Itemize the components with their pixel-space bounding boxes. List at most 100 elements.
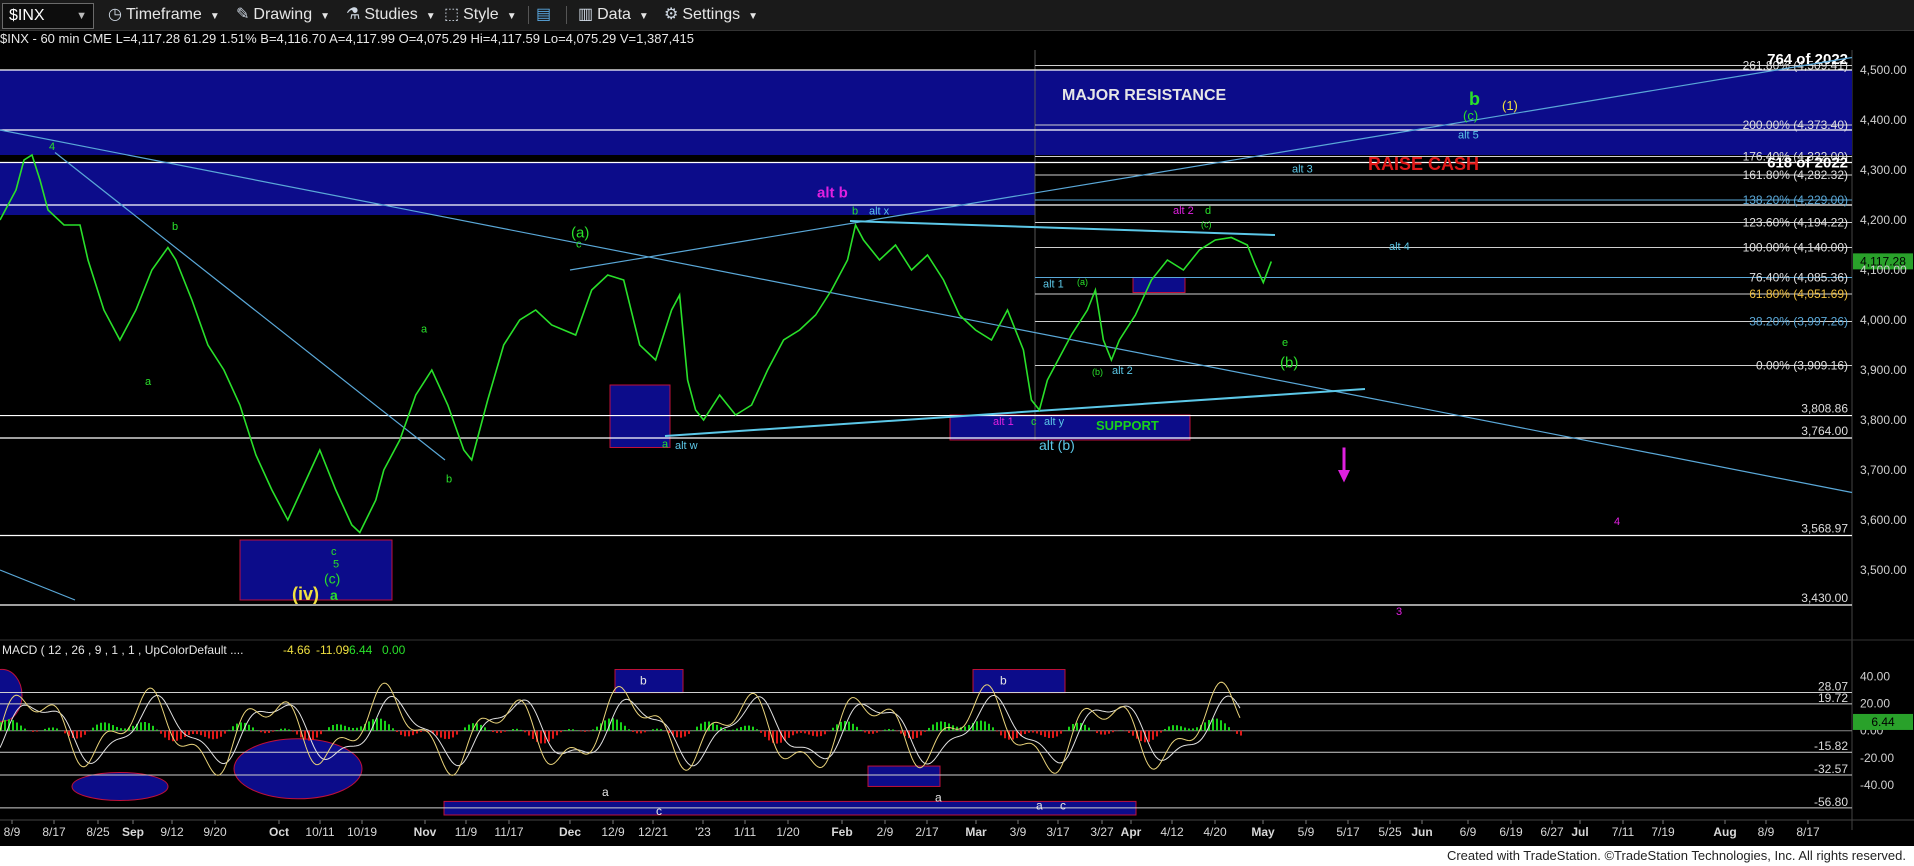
macd-y-tick-label-3: -20.00 <box>1860 751 1894 765</box>
price-chart[interactable]: 3,430.003,568.973,764.003,808.86261.80% … <box>0 0 1914 846</box>
macd-histogram-bar-320 <box>640 730 642 734</box>
x-tick-label-8: 10/19 <box>347 825 377 839</box>
macd-histogram-bar-378 <box>756 729 758 731</box>
x-tick-label-15: '23 <box>695 825 711 839</box>
macd-histogram-bar-590 <box>1180 726 1182 731</box>
macd-histogram-bar-368 <box>736 728 738 731</box>
fib-label-4: 138.20% (4,229.00) <box>1743 193 1848 207</box>
x-tick-label-25: Apr <box>1121 825 1142 839</box>
macd-histogram-bar-512 <box>1024 730 1026 735</box>
macd-histogram-bar-94 <box>188 730 190 736</box>
macd-y-tick-label-1: 20.00 <box>1860 697 1890 711</box>
macd-histogram-bar-28 <box>56 728 58 731</box>
macd-histogram-bar-596 <box>1192 728 1194 731</box>
macd-histogram-bar-306 <box>612 718 614 731</box>
macd-histogram-bar-160 <box>320 730 322 735</box>
macd-box-label-0: b <box>640 673 647 687</box>
wave-annotation-27: b <box>446 474 452 486</box>
wave-annotation-33: c <box>576 239 582 251</box>
macd-histogram-bar-106 <box>212 730 214 740</box>
level-label-1: 3,568.97 <box>1801 522 1848 536</box>
macd-histogram-bar-90 <box>180 730 182 740</box>
macd-histogram-bar-574 <box>1148 730 1150 742</box>
macd-histogram-bar-78 <box>156 729 158 731</box>
x-tick-label-31: 5/25 <box>1378 825 1402 839</box>
macd-histogram-bar-420 <box>840 721 842 731</box>
macd-histogram-bar-618 <box>1236 730 1238 734</box>
bold-fib-label-1: 618 of 2022 <box>1767 155 1848 172</box>
macd-histogram-bar-292 <box>584 730 586 732</box>
macd-histogram-bar-148 <box>296 730 298 735</box>
macd-histogram-bar-80 <box>160 730 162 734</box>
x-tick-label-32: Jun <box>1411 825 1432 839</box>
macd-histogram-bar-348 <box>696 726 698 731</box>
macd-histogram-bar-342 <box>684 730 686 737</box>
x-tick-label-10: 11/9 <box>455 825 478 839</box>
macd-histogram-bar-244 <box>488 729 490 731</box>
macd-histogram-bar-376 <box>752 726 754 731</box>
macd-histogram-bar-32 <box>64 730 66 734</box>
macd-histogram-bar-340 <box>680 730 682 738</box>
macd-box-b1 <box>614 669 684 694</box>
wave-annotation-23: 3 <box>1396 606 1402 618</box>
macd-histogram-bar-410 <box>820 730 822 737</box>
macd-histogram-bar-580 <box>1160 730 1162 733</box>
wave-annotation-24: 4 <box>49 141 55 153</box>
x-tick-label-33: 6/9 <box>1460 825 1477 839</box>
wave-annotation-13: alt 2 <box>1173 205 1194 217</box>
macd-histogram-bar-442 <box>884 729 886 731</box>
macd-histogram-bar-416 <box>832 727 834 731</box>
macd-histogram-bar-282 <box>564 729 566 731</box>
macd-histogram-bar-180 <box>360 726 362 731</box>
macd-histogram-bar-466 <box>932 724 934 731</box>
down-arrow-head <box>1338 470 1350 483</box>
macd-histogram-bar-598 <box>1196 727 1198 731</box>
y-tick-label-0: 3,500.00 <box>1860 563 1907 577</box>
macd-histogram-bar-74 <box>148 723 150 731</box>
macd-histogram-bar-204 <box>408 730 410 737</box>
macd-histogram-bar-308 <box>616 719 618 731</box>
macd-histogram-bar-24 <box>48 727 50 731</box>
macd-histogram-bar-316 <box>632 730 634 732</box>
macd-level-label-2: -15.82 <box>1814 739 1848 753</box>
macd-y-tick-label-4: -40.00 <box>1860 778 1894 792</box>
x-tick-label-7: 10/11 <box>305 825 334 839</box>
wave-annotation-16: alt x <box>869 206 890 218</box>
macd-histogram-bar-218 <box>436 730 438 736</box>
macd-histogram-bar-462 <box>924 730 926 732</box>
macd-histogram-bar-488 <box>976 721 978 731</box>
wave-annotation-17: alt y <box>1044 416 1065 428</box>
macd-histogram-bar-338 <box>676 730 678 738</box>
major-resistance-zone <box>1035 70 1852 155</box>
wave-annotation-1: RAISE CASH <box>1368 154 1479 174</box>
y-tick-label-3: 3,800.00 <box>1860 413 1907 427</box>
wave-annotation-9: alt 5 <box>1458 130 1479 142</box>
wave-annotation-0: MAJOR RESISTANCE <box>1062 87 1226 104</box>
macd-histogram-bar-264 <box>528 730 530 736</box>
macd-histogram-bar-302 <box>604 720 606 731</box>
macd-histogram-bar-44 <box>88 730 90 732</box>
macd-histogram-bar-472 <box>944 721 946 731</box>
trendline-lower-left <box>0 569 76 601</box>
macd-histogram-bar-436 <box>872 730 874 734</box>
x-tick-label-27: 4/20 <box>1203 825 1227 839</box>
macd-histogram-bar-318 <box>636 730 638 734</box>
macd-histogram-bar-412 <box>824 730 826 735</box>
macd-histogram-bar-458 <box>916 730 918 738</box>
macd-histogram-bar-380 <box>760 730 762 733</box>
macd-histogram-bar-16 <box>32 730 34 732</box>
macd-histogram-bar-2 <box>4 719 6 731</box>
x-tick-label-20: 2/17 <box>915 825 939 839</box>
macd-histogram-bar-446 <box>892 729 894 731</box>
wave-annotation-4: b <box>1469 89 1480 109</box>
macd-histogram-bar-518 <box>1036 730 1038 734</box>
macd-histogram-bar-514 <box>1028 730 1030 733</box>
macd-histogram-bar-134 <box>268 730 270 733</box>
macd-histogram-bar-82 <box>164 730 166 738</box>
x-tick-label-18: Feb <box>831 825 852 839</box>
macd-ellipse-1 <box>71 771 169 801</box>
macd-histogram-bar-88 <box>176 730 178 741</box>
macd-histogram-bar-140 <box>280 728 282 731</box>
macd-header-value-0: -4.66 <box>283 643 311 657</box>
macd-histogram-bar-70 <box>140 722 142 731</box>
